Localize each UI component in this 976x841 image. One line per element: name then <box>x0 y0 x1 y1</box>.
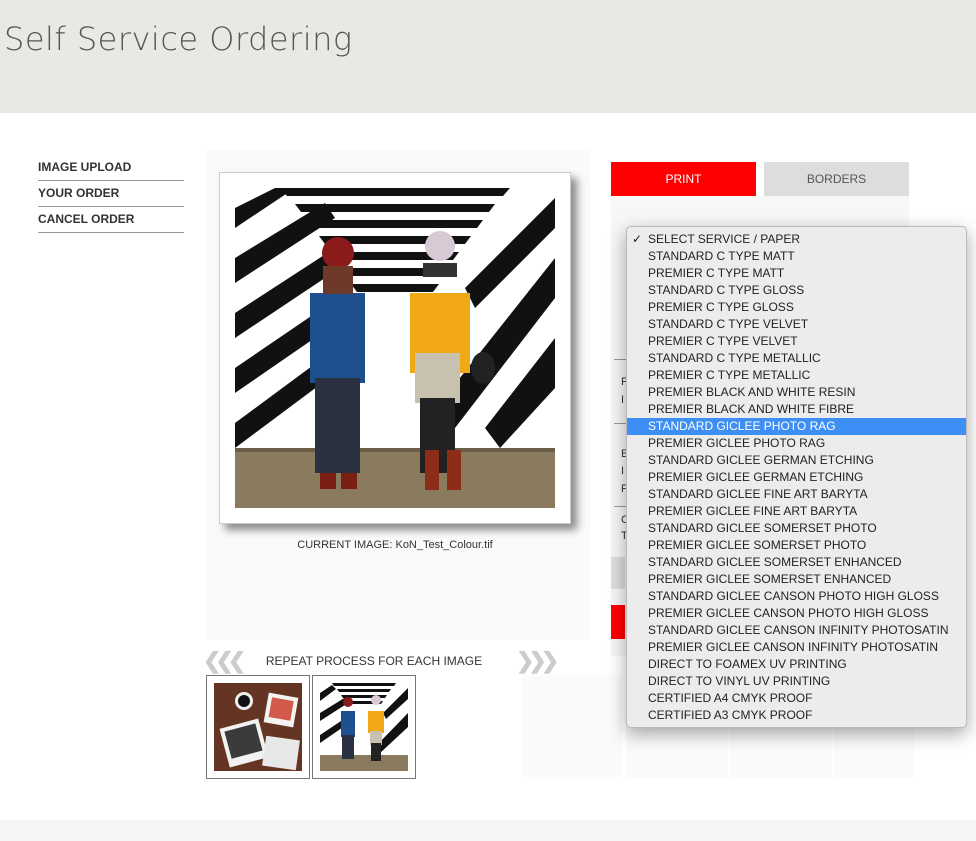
image-preview-frame <box>219 172 571 524</box>
repeat-bar: ❮❮❮ REPEAT PROCESS FOR EACH IMAGE ❯❯❯ <box>203 648 559 674</box>
current-image <box>235 188 555 508</box>
empty-thumbnail-slot <box>626 726 728 778</box>
dropdown-option[interactable]: PREMIER C TYPE VELVET <box>627 333 966 350</box>
header-bar: Self Service Ordering <box>0 0 976 113</box>
tab-borders[interactable]: BORDERS <box>764 162 909 196</box>
secondary-button[interactable] <box>611 557 625 589</box>
sidebar-nav: IMAGE UPLOAD YOUR ORDER CANCEL ORDER <box>38 155 184 233</box>
empty-thumbnail-slot <box>522 675 622 777</box>
dropdown-option[interactable]: STANDARD C TYPE MATT <box>627 248 966 265</box>
dropdown-option[interactable]: STANDARD GICLEE FINE ART BARYTA <box>627 486 966 503</box>
dropdown-option[interactable]: PREMIER C TYPE GLOSS <box>627 299 966 316</box>
dropdown-option[interactable]: STANDARD GICLEE CANSON PHOTO HIGH GLOSS <box>627 588 966 605</box>
dropdown-option[interactable]: PREMIER GICLEE GERMAN ETCHING <box>627 469 966 486</box>
option-label-partial: I <box>621 394 625 406</box>
dropdown-option[interactable]: PREMIER GICLEE SOMERSET ENHANCED <box>627 571 966 588</box>
dropdown-option[interactable]: PREMIER GICLEE PHOTO RAG <box>627 435 966 452</box>
dropdown-option[interactable]: CERTIFIED A4 CMYK PROOF <box>627 690 966 707</box>
thumbnail-coffee[interactable] <box>206 675 310 779</box>
dropdown-option[interactable]: CERTIFIED A3 CMYK PROOF <box>627 707 966 724</box>
empty-thumbnail-slot <box>834 726 914 778</box>
sidebar-item-your-order[interactable]: YOUR ORDER <box>38 181 184 207</box>
dropdown-option[interactable]: STANDARD C TYPE VELVET <box>627 316 966 333</box>
dropdown-option[interactable]: DIRECT TO VINYL UV PRINTING <box>627 673 966 690</box>
option-label-partial: I <box>621 465 625 477</box>
dropdown-option-highlighted[interactable]: STANDARD GICLEE PHOTO RAG <box>627 418 966 435</box>
sidebar-item-cancel-order[interactable]: CANCEL ORDER <box>38 207 184 233</box>
divider <box>614 359 626 360</box>
dropdown-option[interactable]: STANDARD C TYPE METALLIC <box>627 350 966 367</box>
dropdown-option[interactable]: DIRECT TO FOAMEX UV PRINTING <box>627 656 966 673</box>
dropdown-option[interactable]: PREMIER BLACK AND WHITE FIBRE <box>627 401 966 418</box>
divider <box>614 423 626 424</box>
dropdown-option[interactable]: PREMIER GICLEE CANSON PHOTO HIGH GLOSS <box>627 605 966 622</box>
dropdown-option[interactable]: ✓ SELECT SERVICE / PAPER <box>627 231 966 248</box>
current-image-caption: CURRENT IMAGE: KoN_Test_Colour.tif <box>297 539 493 551</box>
tab-print[interactable]: PRINT <box>611 162 756 196</box>
repeat-instruction: REPEAT PROCESS FOR EACH IMAGE <box>265 654 483 668</box>
dropdown-option[interactable]: PREMIER BLACK AND WHITE RESIN <box>627 384 966 401</box>
thumbnail-image <box>320 683 408 771</box>
service-paper-dropdown[interactable]: ✓ SELECT SERVICE / PAPER STANDARD C TYPE … <box>626 226 967 728</box>
dropdown-option[interactable]: PREMIER GICLEE SOMERSET PHOTO <box>627 537 966 554</box>
dropdown-option[interactable]: STANDARD GICLEE SOMERSET ENHANCED <box>627 554 966 571</box>
checkmark-icon: ✓ <box>632 232 643 246</box>
page-title: Self Service Ordering <box>4 20 353 58</box>
divider <box>614 506 626 507</box>
dropdown-option[interactable]: PREMIER GICLEE FINE ART BARYTA <box>627 503 966 520</box>
thumbnail-stripes[interactable] <box>312 675 416 779</box>
dropdown-option[interactable]: PREMIER GICLEE CANSON INFINITY PHOTOSATI… <box>627 639 966 656</box>
dropdown-option[interactable]: STANDARD GICLEE SOMERSET PHOTO <box>627 520 966 537</box>
add-to-order-button[interactable] <box>611 605 625 639</box>
dropdown-option[interactable]: PREMIER C TYPE MATT <box>627 265 966 282</box>
dropdown-option[interactable]: STANDARD C TYPE GLOSS <box>627 282 966 299</box>
dropdown-option[interactable]: PREMIER C TYPE METALLIC <box>627 367 966 384</box>
sidebar-item-image-upload[interactable]: IMAGE UPLOAD <box>38 155 184 181</box>
dropdown-option[interactable]: STANDARD GICLEE GERMAN ETCHING <box>627 452 966 469</box>
empty-thumbnail-slot <box>730 726 832 778</box>
page-footer-strip <box>0 820 976 841</box>
thumbnail-image <box>214 683 302 771</box>
dropdown-option[interactable]: STANDARD GICLEE CANSON INFINITY PHOTOSAT… <box>627 622 966 639</box>
chevron-right-icon[interactable]: ❯❯❯ <box>516 648 559 674</box>
